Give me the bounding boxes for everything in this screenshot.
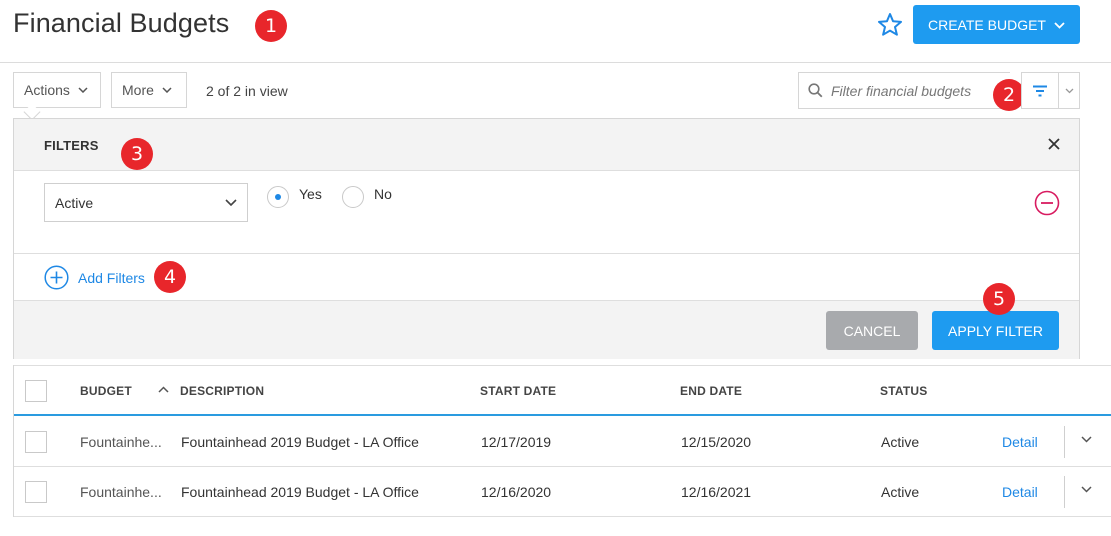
annotation-badge-3: 3: [121, 138, 153, 170]
radio-yes[interactable]: Yes: [267, 186, 322, 208]
create-budget-label: CREATE BUDGET: [928, 16, 1046, 33]
radio-no-label: No: [374, 185, 392, 202]
row-checkbox[interactable]: [25, 431, 47, 453]
radio-circle[interactable]: [342, 186, 364, 208]
search-icon: [808, 83, 823, 98]
chevron-down-icon: [1065, 88, 1073, 93]
filter-options-dropdown[interactable]: [1058, 72, 1080, 109]
detail-link[interactable]: Detail: [1002, 484, 1038, 500]
cell-budget: Fountainhe...: [80, 484, 162, 500]
row-checkbox[interactable]: [25, 481, 47, 503]
view-count: 2 of 2 in view: [206, 83, 288, 99]
annotation-badge-4: 4: [154, 261, 186, 293]
cell-status: Active: [881, 434, 920, 450]
chevron-down-icon: [78, 87, 88, 93]
header-divider: [0, 62, 1111, 63]
star-icon[interactable]: [876, 11, 904, 39]
column-header-description[interactable]: DESCRIPTION: [180, 384, 264, 398]
select-all-checkbox[interactable]: [25, 380, 47, 402]
chevron-down-icon: [225, 199, 237, 206]
filters-title: FILTERS: [44, 138, 99, 153]
close-icon[interactable]: [1047, 137, 1061, 151]
cell-budget: Fountainhe...: [80, 434, 162, 450]
actions-dropdown[interactable]: Actions: [13, 72, 101, 108]
add-filters-button[interactable]: Add Filters: [44, 265, 145, 290]
filters-footer: CANCEL APPLY FILTER: [14, 300, 1079, 359]
chevron-down-icon[interactable]: [1081, 486, 1092, 493]
table-row: Fountainhe... Fountainhead 2019 Budget -…: [14, 417, 1111, 467]
cancel-button[interactable]: CANCEL: [826, 311, 918, 350]
filter-field-select[interactable]: Active: [44, 183, 248, 222]
filter-field-value: Active: [55, 194, 94, 211]
actions-label: Actions: [24, 82, 70, 98]
create-budget-button[interactable]: CREATE BUDGET: [913, 5, 1080, 44]
add-circle-icon: [44, 265, 69, 290]
column-header-status[interactable]: STATUS: [880, 384, 927, 398]
row-divider: [1064, 426, 1065, 458]
chevron-down-icon: [1054, 21, 1065, 29]
radio-circle-selected[interactable]: [267, 186, 289, 208]
cell-status: Active: [881, 484, 920, 500]
cell-end-date: 12/16/2021: [681, 484, 752, 500]
annotation-badge-1: 1: [255, 10, 287, 42]
table-header: BUDGET DESCRIPTION START DATE END DATE S…: [14, 365, 1111, 416]
table-row: Fountainhe... Fountainhead 2019 Budget -…: [14, 467, 1111, 517]
apply-filter-button[interactable]: APPLY FILTER: [932, 311, 1059, 350]
cell-start-date: 12/17/2019: [481, 434, 552, 450]
search-box[interactable]: [798, 72, 1010, 109]
radio-no[interactable]: No: [342, 186, 392, 208]
more-dropdown[interactable]: More: [111, 72, 187, 108]
filters-panel: FILTERS Active Yes No Add Filters 4 CANC…: [13, 118, 1080, 359]
sort-ascending-icon[interactable]: [158, 386, 169, 393]
column-header-start-date[interactable]: START DATE: [480, 384, 556, 398]
filters-header: FILTERS: [14, 119, 1079, 171]
filter-icon: [1033, 85, 1047, 96]
remove-filter-icon[interactable]: [1034, 190, 1060, 216]
chevron-down-icon[interactable]: [1081, 436, 1092, 443]
column-header-budget[interactable]: BUDGET: [80, 384, 132, 398]
add-filters-label: Add Filters: [78, 269, 145, 286]
filter-toggle-button[interactable]: [1021, 72, 1059, 109]
radio-yes-label: Yes: [299, 185, 322, 202]
budgets-table: BUDGET DESCRIPTION START DATE END DATE S…: [13, 365, 1111, 517]
chevron-down-icon: [162, 87, 172, 93]
cell-end-date: 12/15/2020: [681, 434, 752, 450]
row-divider: [1064, 476, 1065, 508]
cell-start-date: 12/16/2020: [481, 484, 552, 500]
column-header-end-date[interactable]: END DATE: [680, 384, 742, 398]
search-input[interactable]: [831, 82, 991, 99]
more-label: More: [122, 82, 154, 98]
page-title: Financial Budgets: [13, 8, 230, 38]
cell-description: Fountainhead 2019 Budget - LA Office: [181, 484, 419, 500]
annotation-badge-5: 5: [983, 283, 1015, 315]
detail-link[interactable]: Detail: [1002, 434, 1038, 450]
cell-description: Fountainhead 2019 Budget - LA Office: [181, 434, 419, 450]
